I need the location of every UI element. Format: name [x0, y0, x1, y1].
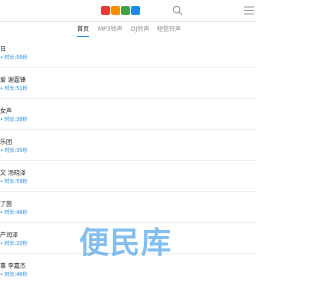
item-title: 了茵: [0, 201, 13, 208]
tab-mp3[interactable]: MP3铃声: [98, 22, 123, 37]
item-title: 日: [0, 46, 7, 53]
category-tabs: 首页 MP3铃声 DJ铃声 短信铃声: [0, 22, 257, 37]
site-logo[interactable]: [101, 5, 141, 16]
item-meta: • 时长:20秒: [0, 241, 28, 247]
header: [0, 0, 257, 22]
item-meta: • 时长:59秒: [0, 179, 28, 185]
item-title: 事 李嘉杰: [0, 263, 26, 270]
item-meta: • 时长:46秒: [0, 210, 28, 216]
list-item[interactable]: 爱 谢霆锋 • 时长:51秒: [0, 68, 257, 99]
item-title: 女声: [0, 108, 13, 115]
list-item[interactable]: 了茵 • 时长:46秒: [0, 192, 257, 223]
tab-dj[interactable]: DJ铃声: [131, 22, 149, 37]
logo-block-1: [101, 6, 110, 15]
logo-block-3: [121, 6, 130, 15]
menu-icon[interactable]: [243, 5, 255, 16]
item-title: 文 汤晓泽: [0, 170, 26, 177]
tab-home[interactable]: 首页: [77, 22, 90, 37]
item-meta: • 时长:38秒: [0, 117, 28, 123]
logo-block-2: [111, 6, 120, 15]
tab-sms[interactable]: 短信铃声: [157, 22, 181, 37]
item-meta: • 时长:56秒: [0, 55, 28, 61]
list-item[interactable]: 日 • 时长:56秒: [0, 37, 257, 68]
list-item[interactable]: 女声 • 时长:38秒: [0, 99, 257, 130]
item-meta: • 时长:46秒: [0, 272, 28, 278]
item-title: 爱 谢霆锋: [0, 77, 26, 84]
watermark-text: 便民库: [79, 226, 172, 261]
search-icon[interactable]: [172, 5, 183, 16]
list-item[interactable]: 文 汤晓泽 • 时长:59秒: [0, 161, 257, 192]
logo-block-4: [131, 6, 140, 15]
item-title: 产润泽: [0, 232, 19, 239]
list-item[interactable]: 乐团 • 时长:35秒: [0, 130, 257, 161]
item-meta: • 时长:35秒: [0, 148, 28, 154]
item-meta: • 时长:51秒: [0, 86, 28, 92]
item-title: 乐团: [0, 139, 13, 146]
